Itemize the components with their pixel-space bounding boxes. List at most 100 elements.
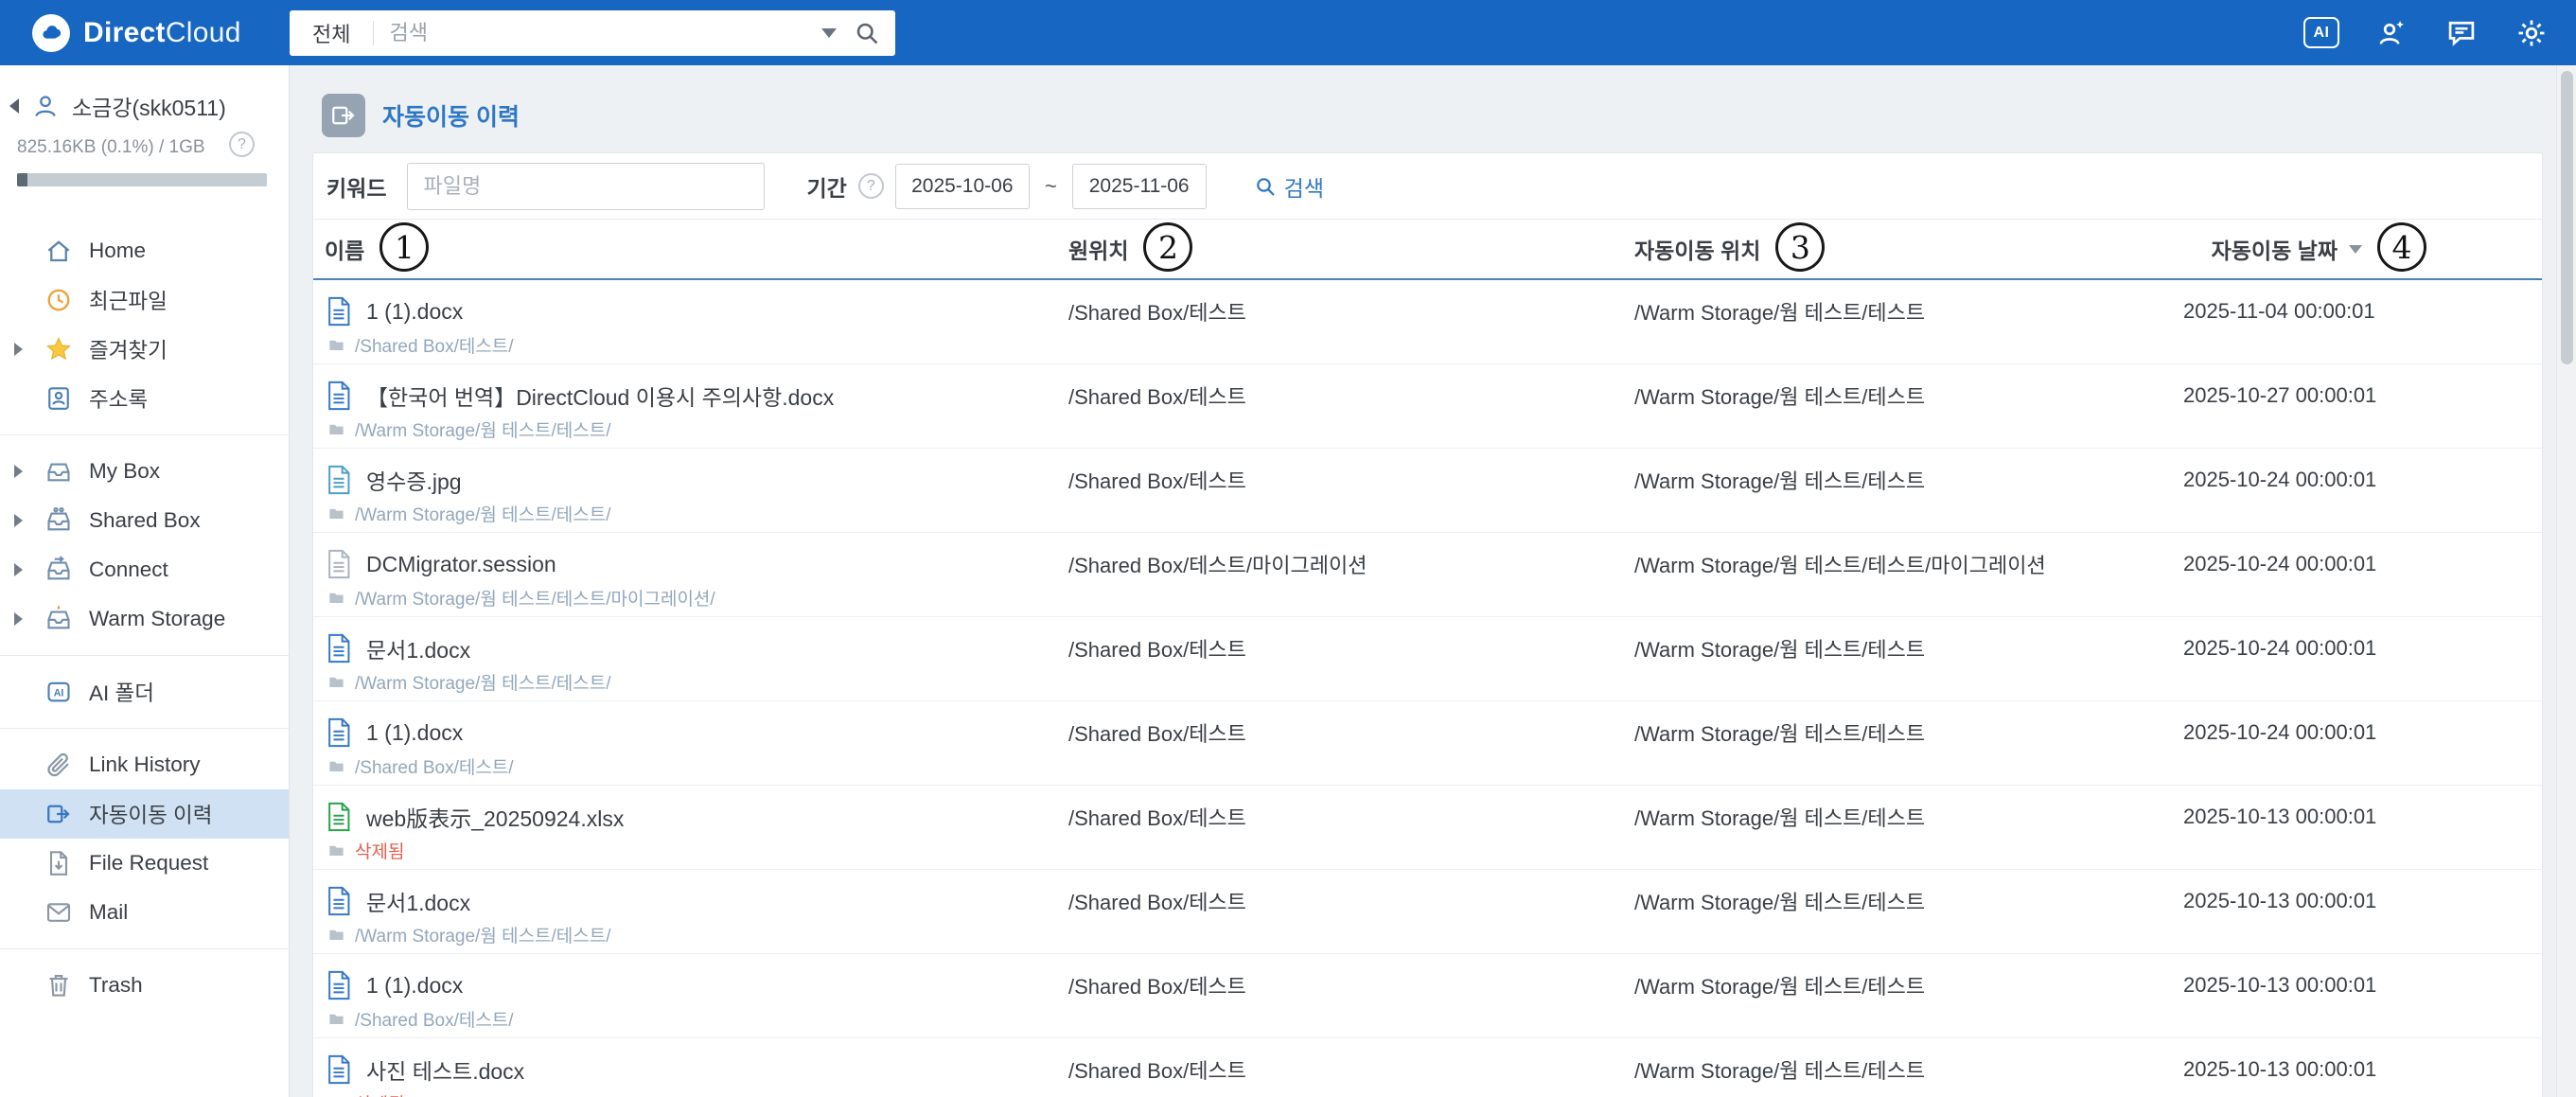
auto-move-icon	[322, 94, 365, 137]
name-cell: 문서1.docx /Warm Storage/웜 테스트/테스트/	[313, 885, 1057, 947]
origin-path: /Shared Box/테스트	[1068, 469, 1246, 493]
table-row[interactable]: web版表示_20250924.xlsx 삭제됨 /Shared Box/테스트…	[313, 786, 2542, 870]
chevron-down-icon[interactable]	[821, 27, 837, 38]
sidebar-item-trash[interactable]: Trash	[0, 961, 289, 1010]
sidebar-item-contacts[interactable]: 주소록	[0, 374, 289, 423]
destination-path: /Warm Storage/웜 테스트/테스트	[1634, 806, 1926, 830]
keyword-input[interactable]	[407, 162, 766, 210]
sidebar-item-file-request[interactable]: File Request	[0, 839, 289, 888]
file-request-icon	[44, 848, 74, 878]
file-name[interactable]: 사진 테스트.docx	[366, 1053, 524, 1086]
global-search-input[interactable]	[374, 20, 816, 45]
file-name[interactable]: 문서1.docx	[366, 885, 470, 917]
help-icon[interactable]: ?	[229, 132, 255, 157]
column-move-date[interactable]: 자동이동 날짜 4	[2183, 222, 2542, 274]
logo[interactable]: DirectCloud	[0, 13, 290, 52]
sidebar-item-ai-folder[interactable]: AI AI 폴더	[0, 667, 289, 717]
column-name[interactable]: 이름 1	[313, 222, 1057, 274]
table-row[interactable]: 1 (1).docx /Shared Box/테스트/ /Shared Box/…	[313, 701, 2542, 786]
chat-icon[interactable]	[2444, 15, 2479, 51]
sidebar-item-my-box[interactable]: My Box	[0, 447, 289, 496]
sidebar-item-label: My Box	[89, 459, 161, 483]
file-name[interactable]: 1 (1).docx	[366, 299, 463, 325]
file-name[interactable]: 영수증.jpg	[366, 464, 462, 496]
period-help-icon[interactable]: ?	[857, 173, 884, 199]
sidebar-item-mail[interactable]: Mail	[0, 888, 289, 937]
file-name[interactable]: 【한국어 번역】DirectCloud 이용시 주의사항.docx	[366, 380, 834, 412]
sidebar-item-link-history[interactable]: Link History	[0, 740, 289, 789]
sidebar-item-auto-move-history[interactable]: 자동이동 이력	[0, 789, 289, 839]
date-to-input[interactable]	[1071, 163, 1207, 209]
period-label: 기간	[806, 175, 847, 201]
move-date: 2025-11-04 00:00:01	[2183, 299, 2375, 323]
scrollbar-thumb[interactable]	[2561, 71, 2573, 364]
date-from-input[interactable]	[894, 163, 1030, 209]
storage-progress-bar	[17, 173, 267, 186]
sidebar-item-label: Shared Box	[89, 508, 201, 532]
collapse-sidebar-icon[interactable]	[9, 98, 19, 114]
expand-icon[interactable]	[14, 514, 23, 527]
expand-icon[interactable]	[14, 563, 23, 576]
file-name[interactable]: 1 (1).docx	[366, 720, 463, 746]
table-row[interactable]: DCMigrator.session /Warm Storage/웜 테스트/테…	[313, 533, 2542, 617]
sidebar-item-shared-box[interactable]: Shared Box	[0, 496, 289, 545]
table-row[interactable]: 【한국어 번역】DirectCloud 이용시 주의사항.docx /Warm …	[313, 364, 2542, 449]
sidebar-item-label: Link History	[89, 752, 201, 776]
name-cell: 1 (1).docx /Shared Box/테스트/	[313, 969, 1057, 1031]
folder-mini-icon	[327, 841, 345, 859]
move-date: 2025-10-13 00:00:01	[2183, 889, 2377, 912]
clock-icon	[44, 285, 74, 315]
table-row[interactable]: 1 (1).docx /Shared Box/테스트/ /Shared Box/…	[313, 954, 2542, 1038]
sidebar-item-recent-files[interactable]: 최근파일	[0, 275, 289, 325]
folder-mini-icon	[327, 504, 345, 522]
sidebar-item-label: File Request	[89, 851, 209, 875]
user-name: 소금강(skk0511)	[72, 96, 226, 120]
origin-path: /Shared Box/테스트	[1068, 301, 1246, 325]
shared-box-icon	[44, 505, 74, 536]
sidebar-item-label: Home	[89, 239, 147, 262]
ai-assistant-icon[interactable]	[2373, 15, 2409, 51]
file-name[interactable]: web版表示_20250924.xlsx	[366, 801, 624, 833]
search-scope-select[interactable]: 전체	[290, 18, 373, 48]
file-sub-path: /Shared Box/테스트/	[355, 336, 514, 357]
search-icon[interactable]	[854, 20, 880, 46]
sidebar-item-label: 최근파일	[89, 290, 168, 313]
filter-bar: 키워드 기간 ? ~ 검색	[313, 153, 2542, 220]
star-icon	[44, 334, 74, 364]
file-name[interactable]: 문서1.docx	[366, 632, 470, 664]
column-destination[interactable]: 자동이동 위치 3	[1623, 222, 2183, 274]
column-origin[interactable]: 원위치 2	[1057, 222, 1623, 274]
table-row[interactable]: 문서1.docx /Warm Storage/웜 테스트/테스트/ /Share…	[313, 617, 2542, 701]
sidebar-item-connect[interactable]: Connect	[0, 545, 289, 594]
sidebar-item-warm-storage[interactable]: Warm Storage	[0, 594, 289, 644]
divider	[0, 948, 289, 949]
origin-path: /Shared Box/테스트	[1068, 975, 1246, 999]
table-row[interactable]: 1 (1).docx /Shared Box/테스트/ /Shared Box/…	[313, 280, 2542, 364]
search-button[interactable]: 검색	[1254, 170, 1324, 203]
expand-icon[interactable]	[14, 343, 23, 356]
table-row[interactable]: 영수증.jpg /Warm Storage/웜 테스트/테스트/ /Shared…	[313, 449, 2542, 533]
file-name[interactable]: 1 (1).docx	[366, 973, 463, 999]
user-account[interactable]: 소금강(skk0511)	[0, 65, 289, 130]
sidebar-item-favorites[interactable]: 즐겨찾기	[0, 325, 289, 374]
sidebar-item-label: Warm Storage	[89, 607, 226, 630]
table-row[interactable]: 사진 테스트.docx 삭제됨 /Shared Box/테스트 /Warm St…	[313, 1038, 2542, 1097]
scrollbar[interactable]	[2556, 65, 2576, 1097]
move-date: 2025-10-13 00:00:01	[2183, 973, 2377, 997]
user-icon	[30, 91, 61, 121]
table-row[interactable]: 문서1.docx /Warm Storage/웜 테스트/테스트/ /Share…	[313, 870, 2542, 954]
range-separator: ~	[1044, 173, 1057, 198]
topbar: DirectCloud 전체 AI	[0, 0, 2576, 65]
sort-desc-icon[interactable]	[2349, 244, 2362, 254]
destination-path: /Warm Storage/웜 테스트/테스트	[1634, 722, 1926, 746]
expand-icon[interactable]	[14, 465, 23, 478]
settings-gear-icon[interactable]	[2514, 15, 2550, 51]
home-icon	[44, 236, 74, 266]
column-label: 이름	[325, 239, 365, 263]
expand-icon[interactable]	[14, 612, 23, 626]
sidebar-item-home[interactable]: Home	[0, 226, 289, 275]
ai-icon[interactable]: AI	[2303, 17, 2339, 48]
file-name[interactable]: DCMigrator.session	[366, 552, 556, 577]
move-date: 2025-10-24 00:00:01	[2183, 636, 2377, 660]
origin-path: /Shared Box/테스트	[1068, 891, 1246, 914]
